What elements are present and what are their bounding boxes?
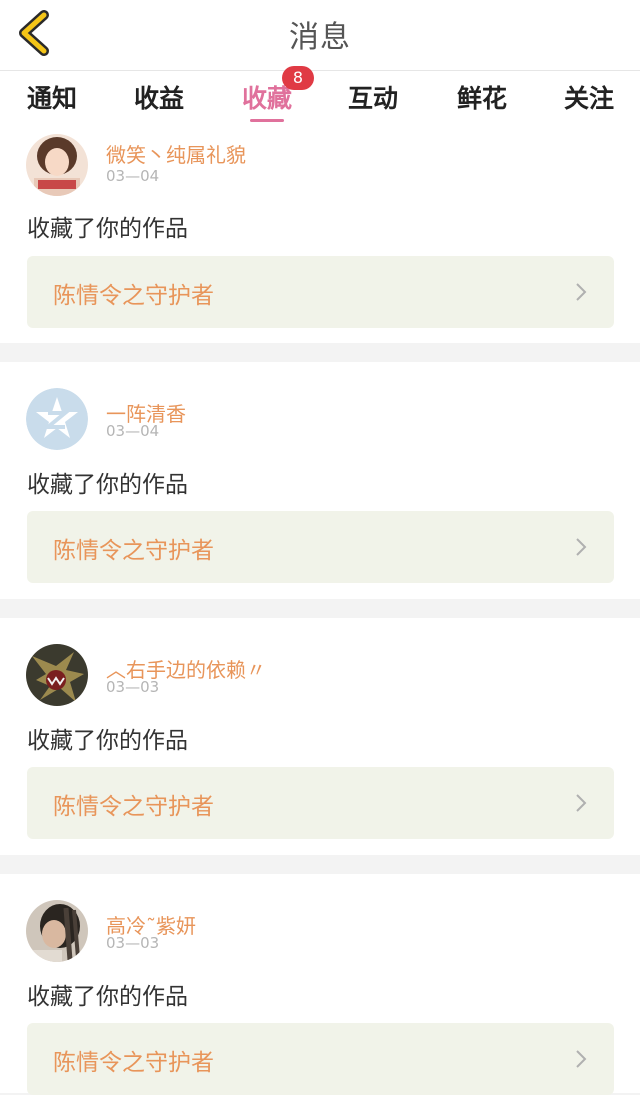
avatar[interactable]: [26, 644, 88, 706]
chevron-right-icon: [576, 538, 587, 556]
tab-flowers[interactable]: 鲜花: [457, 79, 507, 115]
tab-label: 收益: [134, 84, 185, 113]
tab-earnings[interactable]: 收益: [134, 79, 184, 115]
message-date: 03—04: [106, 167, 160, 185]
tab-label: 鲜花: [457, 84, 508, 113]
message-date: 03—04: [106, 422, 160, 440]
work-link[interactable]: 陈情令之守护者: [27, 1023, 614, 1095]
work-title: 陈情令之守护者: [53, 283, 214, 309]
tab-label: 通知: [27, 84, 78, 113]
message-text: 收藏了你的作品: [27, 472, 188, 498]
tab-label: 关注: [564, 84, 615, 113]
active-tab-indicator: [250, 119, 285, 122]
work-title: 陈情令之守护者: [53, 794, 214, 820]
top-bar: 消息: [0, 0, 640, 71]
tab-notifications[interactable]: 通知: [27, 79, 77, 115]
chevron-right-icon: [576, 283, 587, 301]
work-link[interactable]: 陈情令之守护者: [27, 767, 614, 839]
work-link[interactable]: 陈情令之守护者: [27, 256, 614, 328]
avatar[interactable]: [26, 134, 88, 196]
message-text: 收藏了你的作品: [27, 984, 188, 1010]
message-date: 03—03: [106, 934, 160, 952]
tab-label: 收藏: [242, 84, 293, 113]
chevron-right-icon: [576, 794, 587, 812]
work-link[interactable]: 陈情令之守护者: [27, 511, 614, 583]
message-item: 微笑丶纯属礼貌 03—04 收藏了你的作品 陈情令之守护者: [0, 123, 640, 343]
avatar[interactable]: [26, 388, 88, 450]
tab-interactions[interactable]: 互动: [348, 79, 398, 115]
page-title: 消息: [289, 20, 351, 55]
message-item: 一阵清香 03—04 收藏了你的作品 陈情令之守护者: [0, 362, 640, 599]
message-text: 收藏了你的作品: [27, 728, 188, 754]
message-date: 03—03: [106, 678, 160, 696]
work-title: 陈情令之守护者: [53, 1050, 214, 1076]
message-item: ︿右手边的依赖〃 03—03 收藏了你的作品 陈情令之守护者: [0, 618, 640, 855]
tab-label: 互动: [348, 84, 399, 113]
unread-badge: 8: [282, 66, 314, 90]
tab-bar: 通知 收益 收藏 8 互动 鲜花 关注: [0, 66, 640, 123]
message-text: 收藏了你的作品: [27, 216, 188, 242]
tab-favorites[interactable]: 收藏 8: [242, 66, 314, 122]
tab-follows[interactable]: 关注: [564, 79, 614, 115]
username[interactable]: 微笑丶纯属礼貌: [106, 139, 246, 168]
work-title: 陈情令之守护者: [53, 538, 214, 564]
chevron-right-icon: [576, 1050, 587, 1068]
message-item: 高冷˜紫妍 03—03 收藏了你的作品 陈情令之守护者: [0, 874, 640, 1095]
avatar[interactable]: [26, 900, 88, 962]
